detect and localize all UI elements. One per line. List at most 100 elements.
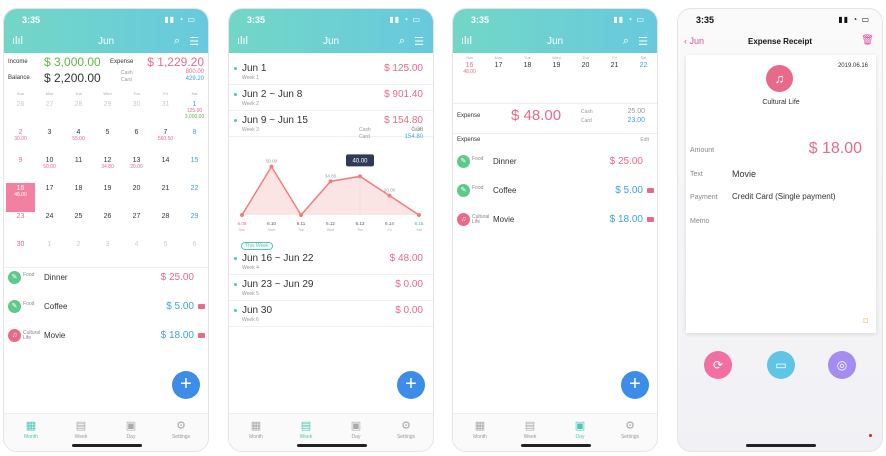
trash-icon[interactable]: 🗑 — [861, 35, 874, 46]
calendar-day[interactable]: 30 — [122, 99, 151, 128]
calendar-day[interactable]: 9 — [6, 155, 35, 184]
card-button[interactable]: ▭ — [767, 351, 795, 379]
expense-row[interactable]: ♫ Cultural Life Movie $ 18.00 — [4, 325, 208, 349]
calendar-day[interactable]: 10 50.00 — [35, 155, 64, 184]
tab-month[interactable]: ▦ Month — [6, 419, 56, 440]
calendar-day[interactable]: 4 — [122, 239, 151, 268]
chart-point[interactable] — [387, 193, 392, 198]
week-row[interactable]: Jun 16 ~ Jun 22 Week 4 $ 48.00 — [229, 249, 433, 275]
calendar-day[interactable]: 12 34.80 — [93, 155, 122, 184]
calendar-day[interactable]: 22 — [180, 183, 208, 212]
calendar-day[interactable]: 6 — [122, 127, 151, 156]
calendar-day[interactable]: 5 — [151, 239, 180, 268]
calendar-day[interactable]: 29 — [180, 211, 208, 240]
add-button[interactable]: + — [621, 371, 649, 399]
calendar-day[interactable]: 5 — [93, 127, 122, 156]
calendar-day[interactable]: 19 — [93, 183, 122, 212]
week-row[interactable]: Jun 9 ~ Jun 15 Week 3 $ 154.80 — [229, 111, 433, 137]
filter-icon[interactable]: ☰ — [189, 35, 199, 48]
calendar-day[interactable]: 8 — [180, 127, 208, 156]
chart-point[interactable] — [358, 174, 362, 179]
calendar-day[interactable]: 18 — [64, 183, 93, 212]
calendar-day[interactable]: 26 — [6, 99, 35, 128]
week-range: Jun 1 — [242, 63, 267, 74]
search-icon[interactable]: ⌕ — [174, 35, 180, 48]
day-cell[interactable]: Thu 20 — [571, 55, 600, 69]
calendar-day[interactable]: 15 — [180, 155, 208, 184]
expense-row[interactable]: ✎ Food Dinner $ 25.00 — [453, 151, 657, 175]
calendar-day[interactable]: 27 — [122, 211, 151, 240]
calendar-day[interactable]: 26 — [93, 211, 122, 240]
add-button[interactable]: + — [397, 371, 425, 399]
text-label: Text — [690, 171, 703, 178]
chart-point[interactable] — [269, 164, 274, 169]
chart-point[interactable] — [240, 213, 244, 217]
calendar-day[interactable]: 1 125.00 3,000.00 — [180, 99, 208, 128]
tab-day[interactable]: ▣ Day — [555, 419, 605, 440]
week-row[interactable]: Jun 1 Week 1 $ 125.00 — [229, 59, 433, 85]
calendar-day[interactable]: 24 — [35, 211, 64, 240]
day-cell[interactable]: Mon 17 — [484, 55, 513, 69]
expense-row[interactable]: ✎ Food Dinner $ 25.00 — [4, 267, 208, 291]
tab-week[interactable]: ▤ Week — [56, 419, 106, 440]
day-cell[interactable]: Tue 18 — [513, 55, 542, 69]
calendar-day[interactable]: 20 — [122, 183, 151, 212]
tab-settings[interactable]: ⚙ Settings — [605, 419, 655, 440]
tab-day[interactable]: ▣ Day — [331, 419, 381, 440]
calendar-day[interactable]: 21 — [151, 183, 180, 212]
week-amount: $ 125.00 — [384, 63, 423, 74]
expense-row[interactable]: ✎ Food Coffee $ 5.00 — [453, 180, 657, 204]
filter-icon[interactable]: ☰ — [638, 35, 648, 48]
tab-day[interactable]: ▣ Day — [106, 419, 156, 440]
tab-week[interactable]: ▤ Week — [281, 419, 331, 440]
calendar-day[interactable]: 1 — [35, 239, 64, 268]
calendar-day[interactable]: 25 — [64, 211, 93, 240]
week-icon: ▤ — [75, 420, 87, 432]
tab-month[interactable]: ▦ Month — [455, 419, 505, 440]
search-icon[interactable]: ⌕ — [623, 35, 629, 48]
tab-month[interactable]: ▦ Month — [231, 419, 281, 440]
calendar-day[interactable]: 27 — [35, 99, 64, 128]
calendar-day[interactable]: 28 — [64, 99, 93, 128]
chart-point[interactable] — [417, 213, 421, 217]
calendar-day[interactable]: 28 — [151, 211, 180, 240]
calendar-day[interactable]: 16 48.00 — [6, 183, 35, 212]
expense-row[interactable]: ♫ Cultural Life Movie $ 18.00 — [453, 209, 657, 233]
search-icon[interactable]: ⌕ — [399, 35, 405, 48]
calendar-day[interactable]: 31 — [151, 99, 180, 128]
week-row[interactable]: Jun 23 ~ Jun 29 Week 5 $ 0.00 — [229, 275, 433, 301]
day-cell[interactable]: Sun 16 48.00 — [455, 55, 484, 75]
day-cell[interactable]: Fri 21 — [600, 55, 629, 69]
chart-point[interactable] — [299, 213, 303, 217]
filter-icon[interactable]: ☰ — [414, 35, 424, 48]
week-row[interactable]: Jun 2 ~ Jun 8 Week 2 $ 901.40 — [229, 85, 433, 111]
calendar-day[interactable]: 14 — [151, 155, 180, 184]
calendar-day[interactable]: 6 — [180, 239, 208, 268]
calendar-day[interactable]: 7 560.50 — [151, 127, 180, 156]
calendar-day[interactable]: 29 — [93, 99, 122, 128]
calendar-day[interactable]: 13 20.00 — [122, 155, 151, 184]
day-cell[interactable]: Sat 22 — [629, 55, 657, 69]
calendar-day[interactable]: 17 — [35, 183, 64, 212]
calendar-day[interactable]: 3 — [93, 239, 122, 268]
calendar-day[interactable]: 4 55.00 — [64, 127, 93, 156]
bookmark-icon[interactable]: ⌑ — [863, 316, 868, 327]
tab-settings[interactable]: ⚙ Settings — [381, 419, 431, 440]
week-row[interactable]: Jun 30 Week 6 $ 0.00 — [229, 301, 433, 327]
calendar-day[interactable]: 2 — [64, 239, 93, 268]
expense-row[interactable]: ✎ Food Coffee $ 5.00 — [4, 296, 208, 320]
camera-button[interactable]: ◎ — [828, 351, 856, 379]
tab-settings[interactable]: ⚙ Settings — [156, 419, 206, 440]
chart-point[interactable] — [328, 179, 333, 184]
tab-week[interactable]: ▤ Week — [505, 419, 555, 440]
calendar-day[interactable]: 23 — [6, 211, 35, 240]
calendar-day[interactable]: 30 — [6, 239, 35, 268]
edit-button[interactable]: Edit — [640, 137, 649, 143]
calendar-day[interactable]: 3 — [35, 127, 64, 156]
day-cell[interactable]: Wed 19 — [542, 55, 571, 69]
calendar-day[interactable]: 11 — [64, 155, 93, 184]
calendar-day[interactable]: 2 30.00 — [6, 127, 35, 156]
add-button[interactable]: + — [172, 371, 200, 399]
repeat-button[interactable]: ⟳ — [704, 351, 732, 379]
day-number: 6 — [134, 129, 139, 136]
